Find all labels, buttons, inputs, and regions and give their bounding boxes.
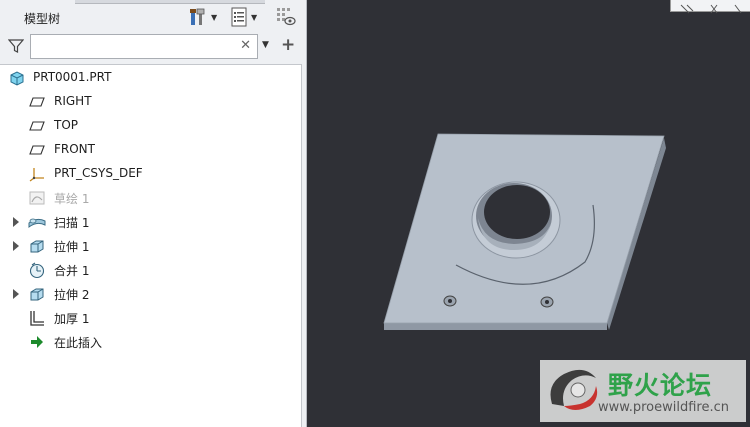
part-icon xyxy=(10,71,24,86)
model-tree-panel: 模型树 ▼ ▼ ✕ ▼ + PRT0001.PRT RIGHT TOP FRON… xyxy=(0,0,307,427)
thicken-icon xyxy=(30,311,44,326)
tree-item-csys[interactable]: PRT_CSYS_DEF xyxy=(0,162,300,186)
plus-icon[interactable]: + xyxy=(281,35,295,55)
tree-item-extrude-2[interactable]: 拉伸 2 xyxy=(0,282,300,306)
expand-arrow-icon[interactable] xyxy=(13,289,19,299)
view-tools-icon xyxy=(680,4,742,14)
expand-arrow-icon[interactable] xyxy=(13,217,19,227)
tree-item-label: FRONT xyxy=(54,142,95,156)
tree-item-label: 在此插入 xyxy=(54,336,103,350)
datum-plane-icon xyxy=(29,97,45,107)
tree-item-label: TOP xyxy=(54,118,79,132)
sweep-icon xyxy=(28,218,46,228)
chevron-down-icon: ▼ xyxy=(211,12,218,22)
tree-item-right[interactable]: RIGHT xyxy=(0,90,300,114)
tree-item-sweep[interactable]: 扫描 1 xyxy=(0,210,300,234)
extrude-icon xyxy=(30,240,44,253)
tree-item-label: 合并 1 xyxy=(54,264,90,278)
forum-logo-icon xyxy=(550,369,598,410)
panel-title: 模型树 xyxy=(24,12,61,26)
chevron-down-icon[interactable]: ▼ xyxy=(262,40,269,50)
forum-watermark: 野火论坛 www.proewildfire.cn xyxy=(540,360,746,422)
tree-item-thicken[interactable]: 加厚 1 xyxy=(0,306,300,330)
search-box[interactable]: ✕ xyxy=(30,34,258,59)
tree-item-front[interactable]: FRONT xyxy=(0,138,300,162)
watermark-title: 野火论坛 xyxy=(608,371,713,400)
tree-item-label: 草绘 1 xyxy=(54,192,90,206)
datum-plane-icon xyxy=(29,121,45,131)
csys-icon xyxy=(29,168,44,182)
tree-item-label: PRT0001.PRT xyxy=(33,70,112,84)
tree-item-extrude-1[interactable]: 拉伸 1 xyxy=(0,234,300,258)
model-tree: PRT0001.PRT RIGHT TOP FRONT PRT_CSYS_DEF… xyxy=(0,64,302,427)
tree-filter-grid-button[interactable] xyxy=(276,6,296,28)
tree-item-label: 拉伸 2 xyxy=(54,288,90,302)
app-window: 模型树 ▼ ▼ ✕ ▼ + PRT0001.PRT RIGHT TOP FRON… xyxy=(0,0,750,427)
tree-item-label: PRT_CSYS_DEF xyxy=(54,166,143,180)
tree-item-top[interactable]: TOP xyxy=(0,114,300,138)
tools-icon xyxy=(190,8,205,25)
tree-item-label: 拉伸 1 xyxy=(54,240,90,254)
merge-icon xyxy=(29,262,45,279)
tree-item-part[interactable]: PRT0001.PRT xyxy=(0,66,300,90)
show-options-button[interactable]: ▼ xyxy=(230,6,257,28)
grid-eye-icon xyxy=(277,8,296,26)
extrude-icon xyxy=(30,288,44,301)
datum-plane-icon xyxy=(29,145,45,155)
sketch-icon xyxy=(29,191,45,205)
tree-item-label: 加厚 1 xyxy=(54,312,90,326)
tree-item-sketch[interactable]: 草绘 1 xyxy=(0,186,300,210)
tree-item-label: 扫描 1 xyxy=(54,216,90,230)
watermark-url: www.proewildfire.cn xyxy=(598,400,729,415)
insert-here-arrow-icon xyxy=(31,336,43,348)
filter-icon[interactable] xyxy=(8,38,24,54)
tree-settings-button[interactable]: ▼ xyxy=(188,6,217,28)
search-input[interactable] xyxy=(35,36,235,57)
viewport-toolbar[interactable] xyxy=(670,0,750,14)
expand-arrow-icon[interactable] xyxy=(13,241,19,251)
list-view-icon xyxy=(231,7,247,27)
panel-tab-strip xyxy=(75,0,265,4)
search-row: ✕ ▼ + xyxy=(0,32,306,60)
tree-item-insert-here[interactable]: 在此插入 xyxy=(0,330,300,354)
close-icon[interactable]: ✕ xyxy=(240,38,251,53)
tree-item-merge[interactable]: 合并 1 xyxy=(0,258,300,282)
tree-item-label: RIGHT xyxy=(54,94,92,108)
chevron-down-icon: ▼ xyxy=(251,12,258,22)
